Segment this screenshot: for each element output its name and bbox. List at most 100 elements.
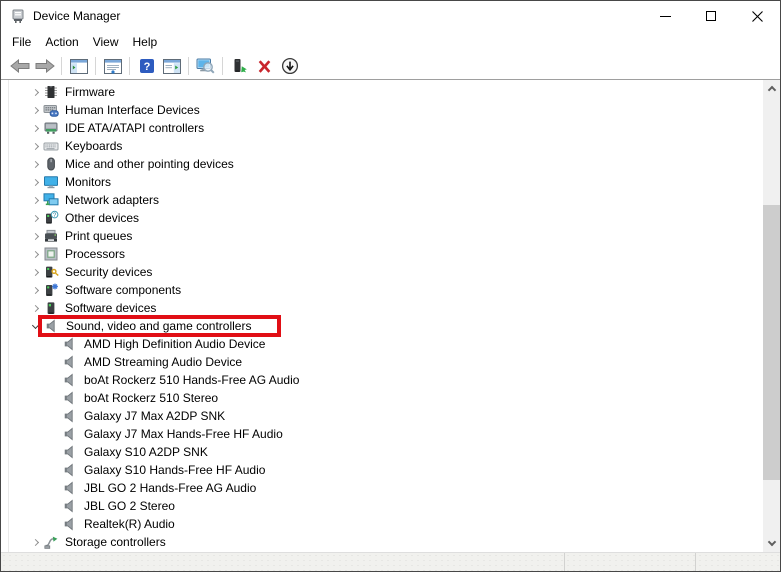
expander-spacer <box>46 372 62 388</box>
tree-item-label: Mice and other pointing devices <box>65 156 234 172</box>
close-button[interactable] <box>734 1 780 31</box>
tree-item-amd-streaming-audio-device[interactable]: AMD Streaming Audio Device <box>1 353 763 371</box>
tree-item-galaxy-j7-max-a2dp-snk[interactable]: Galaxy J7 Max A2DP SNK <box>1 407 763 425</box>
chevron-right-icon[interactable] <box>27 156 43 172</box>
tree-item-monitors[interactable]: Monitors <box>1 173 763 191</box>
toolbar-help-button[interactable]: ? <box>134 55 159 78</box>
properties-icon <box>104 59 122 74</box>
expander-spacer <box>46 390 62 406</box>
tree-item-software-components[interactable]: Software components <box>1 281 763 299</box>
tree-item-galaxy-s10-hands-free-hf-audio[interactable]: Galaxy S10 Hands-Free HF Audio <box>1 461 763 479</box>
monitor-icon <box>43 174 59 190</box>
expander-spacer <box>46 354 62 370</box>
tree-item-galaxy-s10-a2dp-snk[interactable]: Galaxy S10 A2DP SNK <box>1 443 763 461</box>
processor-icon <box>43 246 59 262</box>
statusbar-section <box>1 553 564 571</box>
speaker-icon <box>62 354 78 370</box>
tree-item-human-interface-devices[interactable]: Human Interface Devices <box>1 101 763 119</box>
tree-item-boat-rockerz-510-hands-free-ag-audio[interactable]: boAt Rockerz 510 Hands-Free AG Audio <box>1 371 763 389</box>
tree-item-label: Firmware <box>65 84 115 100</box>
tree-item-ide-ata-atapi-controllers[interactable]: IDE ATA/ATAPI controllers <box>1 119 763 137</box>
console-content: FirmwareHuman Interface DevicesIDE ATA/A… <box>1 80 780 552</box>
tree-item-network-adapters[interactable]: Network adapters <box>1 191 763 209</box>
chevron-right-icon[interactable] <box>27 264 43 280</box>
mouse-icon <box>43 156 59 172</box>
speaker-icon <box>62 426 78 442</box>
tree-item-security-devices[interactable]: Security devices <box>1 263 763 281</box>
maximize-icon <box>706 11 716 21</box>
scroll-up-button[interactable] <box>763 80 780 97</box>
minimize-button[interactable] <box>642 1 688 31</box>
red-highlight-annotation: Sound, video and game controllers <box>38 315 281 337</box>
maximize-button[interactable] <box>688 1 734 31</box>
scroll-thumb[interactable] <box>763 205 780 480</box>
menu-view[interactable]: View <box>86 32 126 52</box>
scroll-down-button[interactable] <box>763 535 780 552</box>
software-icon <box>43 300 59 316</box>
chevron-right-icon[interactable] <box>27 210 43 226</box>
chevron-right-icon[interactable] <box>27 84 43 100</box>
chevron-right-icon[interactable] <box>27 138 43 154</box>
tree-item-amd-high-definition-audio-device[interactable]: AMD High Definition Audio Device <box>1 335 763 353</box>
hid-icon <box>43 102 59 118</box>
chevron-right-icon[interactable] <box>27 120 43 136</box>
speaker-icon <box>62 408 78 424</box>
tree-item-firmware[interactable]: Firmware <box>1 83 763 101</box>
tree-item-mice-and-other-pointing-devices[interactable]: Mice and other pointing devices <box>1 155 763 173</box>
toolbar-properties-button[interactable] <box>100 55 125 78</box>
expander-spacer <box>46 498 62 514</box>
expander-spacer <box>46 462 62 478</box>
disable-icon <box>281 57 299 75</box>
speaker-icon <box>62 444 78 460</box>
toolbar-separator <box>222 57 223 75</box>
tree-item-sound-video-and-game-controllers[interactable]: Sound, video and game controllers <box>1 317 763 335</box>
toolbar-back-button[interactable] <box>7 55 32 78</box>
window-title: Device Manager <box>33 9 120 23</box>
tree-item-print-queues[interactable]: Print queues <box>1 227 763 245</box>
tree-item-label: Print queues <box>65 228 132 244</box>
expander-spacer <box>46 408 62 424</box>
toolbar-scan-hardware-changes-button[interactable] <box>193 55 218 78</box>
tree-item-keyboards[interactable]: Keyboards <box>1 137 763 155</box>
menu-help[interactable]: Help <box>126 32 165 52</box>
tree-item-storage-controllers[interactable]: Storage controllers <box>1 533 763 551</box>
toolbar-update-driver-button[interactable] <box>227 55 252 78</box>
chevron-right-icon[interactable] <box>27 282 43 298</box>
tree-item-jbl-go-2-stereo[interactable]: JBL GO 2 Stereo <box>1 497 763 515</box>
toolbar-forward-button[interactable] <box>32 55 57 78</box>
chevron-down-icon <box>767 538 775 546</box>
tree-item-label: Processors <box>65 246 125 262</box>
toolbar-show-action-pane-button[interactable] <box>159 55 184 78</box>
chevron-right-icon[interactable] <box>27 192 43 208</box>
tree-item-galaxy-j7-max-hands-free-hf-audio[interactable]: Galaxy J7 Max Hands-Free HF Audio <box>1 425 763 443</box>
chevron-right-icon[interactable] <box>27 102 43 118</box>
chevron-right-icon[interactable] <box>27 228 43 244</box>
chevron-right-icon[interactable] <box>27 246 43 262</box>
toolbar-uninstall-device-button[interactable] <box>252 55 277 78</box>
expander-spacer <box>46 426 62 442</box>
vertical-scrollbar[interactable] <box>763 80 780 552</box>
close-icon <box>752 11 763 22</box>
expander-spacer <box>46 516 62 532</box>
speaker-icon <box>62 480 78 496</box>
tree-item-boat-rockerz-510-stereo[interactable]: boAt Rockerz 510 Stereo <box>1 389 763 407</box>
chevron-right-icon[interactable] <box>27 300 43 316</box>
speaker-icon <box>62 462 78 478</box>
toolbar-show-console-tree-button[interactable] <box>66 55 91 78</box>
tree-item-label: Monitors <box>65 174 111 190</box>
chevron-right-icon[interactable] <box>27 534 43 550</box>
tree-item-realtek-r-audio[interactable]: Realtek(R) Audio <box>1 515 763 533</box>
chevron-right-icon[interactable] <box>27 174 43 190</box>
window-controls <box>642 1 780 31</box>
printer-icon <box>43 228 59 244</box>
menu-action[interactable]: Action <box>38 32 85 52</box>
menu-file[interactable]: File <box>5 32 38 52</box>
tree-item-jbl-go-2-hands-free-ag-audio[interactable]: JBL GO 2 Hands-Free AG Audio <box>1 479 763 497</box>
keyboard-icon <box>43 138 59 154</box>
toolbar-disable-device-button[interactable] <box>277 55 302 78</box>
tree-item-other-devices[interactable]: ?Other devices <box>1 209 763 227</box>
tree-item-processors[interactable]: Processors <box>1 245 763 263</box>
menubar: FileActionViewHelp <box>1 31 780 53</box>
speaker-icon <box>44 318 60 334</box>
help-icon: ? <box>139 58 155 74</box>
